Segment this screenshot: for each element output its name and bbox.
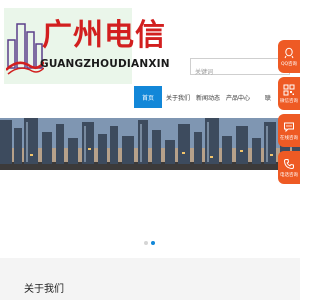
qrcode-icon	[283, 84, 295, 95]
wechat-consult-button[interactable]: 微信咨询	[278, 77, 300, 110]
search-box	[190, 58, 290, 80]
buildings-logo-icon	[6, 23, 44, 75]
phone-consult-label: 电话咨询	[280, 172, 298, 178]
phone-consult-button[interactable]: 电话咨询	[278, 151, 300, 184]
search-input[interactable]	[191, 65, 285, 80]
about-section: 关于我们	[0, 258, 300, 300]
online-consult-label: 在线咨询	[280, 135, 298, 141]
city-skyline-image	[0, 118, 300, 170]
phone-icon	[283, 158, 294, 169]
floating-contact-bar: QQ咨询 微信咨询 在线咨询 电话咨询	[278, 40, 300, 188]
header: 广州电信 GUANGZHOUDIANXIN 首页 关于我们 新闻动态 产品中心 …	[0, 0, 300, 118]
nav-item-about[interactable]: 关于我们	[164, 86, 192, 108]
qq-icon	[284, 47, 294, 58]
logo-subtitle: GUANGZHOUDIANXIN	[40, 58, 170, 70]
chat-bubble-icon	[284, 122, 294, 132]
online-consult-button[interactable]: 在线咨询	[278, 114, 300, 147]
qq-consult-button[interactable]: QQ咨询	[278, 40, 300, 73]
nav-item-news[interactable]: 新闻动态	[194, 86, 222, 108]
logo[interactable]: 广州电信 GUANGZHOUDIANXIN	[4, 8, 170, 84]
nav-item-products[interactable]: 产品中心	[224, 86, 252, 108]
qq-consult-label: QQ咨询	[280, 61, 298, 67]
main-nav: 首页 关于我们 新闻动态 产品中心 联	[134, 86, 284, 108]
nav-item-home[interactable]: 首页	[134, 86, 162, 108]
wechat-consult-label: 微信咨询	[280, 98, 298, 104]
carousel-dot-active[interactable]	[151, 241, 155, 245]
logo-title: 广州电信	[42, 18, 166, 53]
carousel-indicators	[144, 241, 155, 245]
section-title-about: 关于我们	[24, 284, 64, 295]
carousel-dot[interactable]	[144, 241, 148, 245]
hero-banner[interactable]	[0, 118, 300, 170]
